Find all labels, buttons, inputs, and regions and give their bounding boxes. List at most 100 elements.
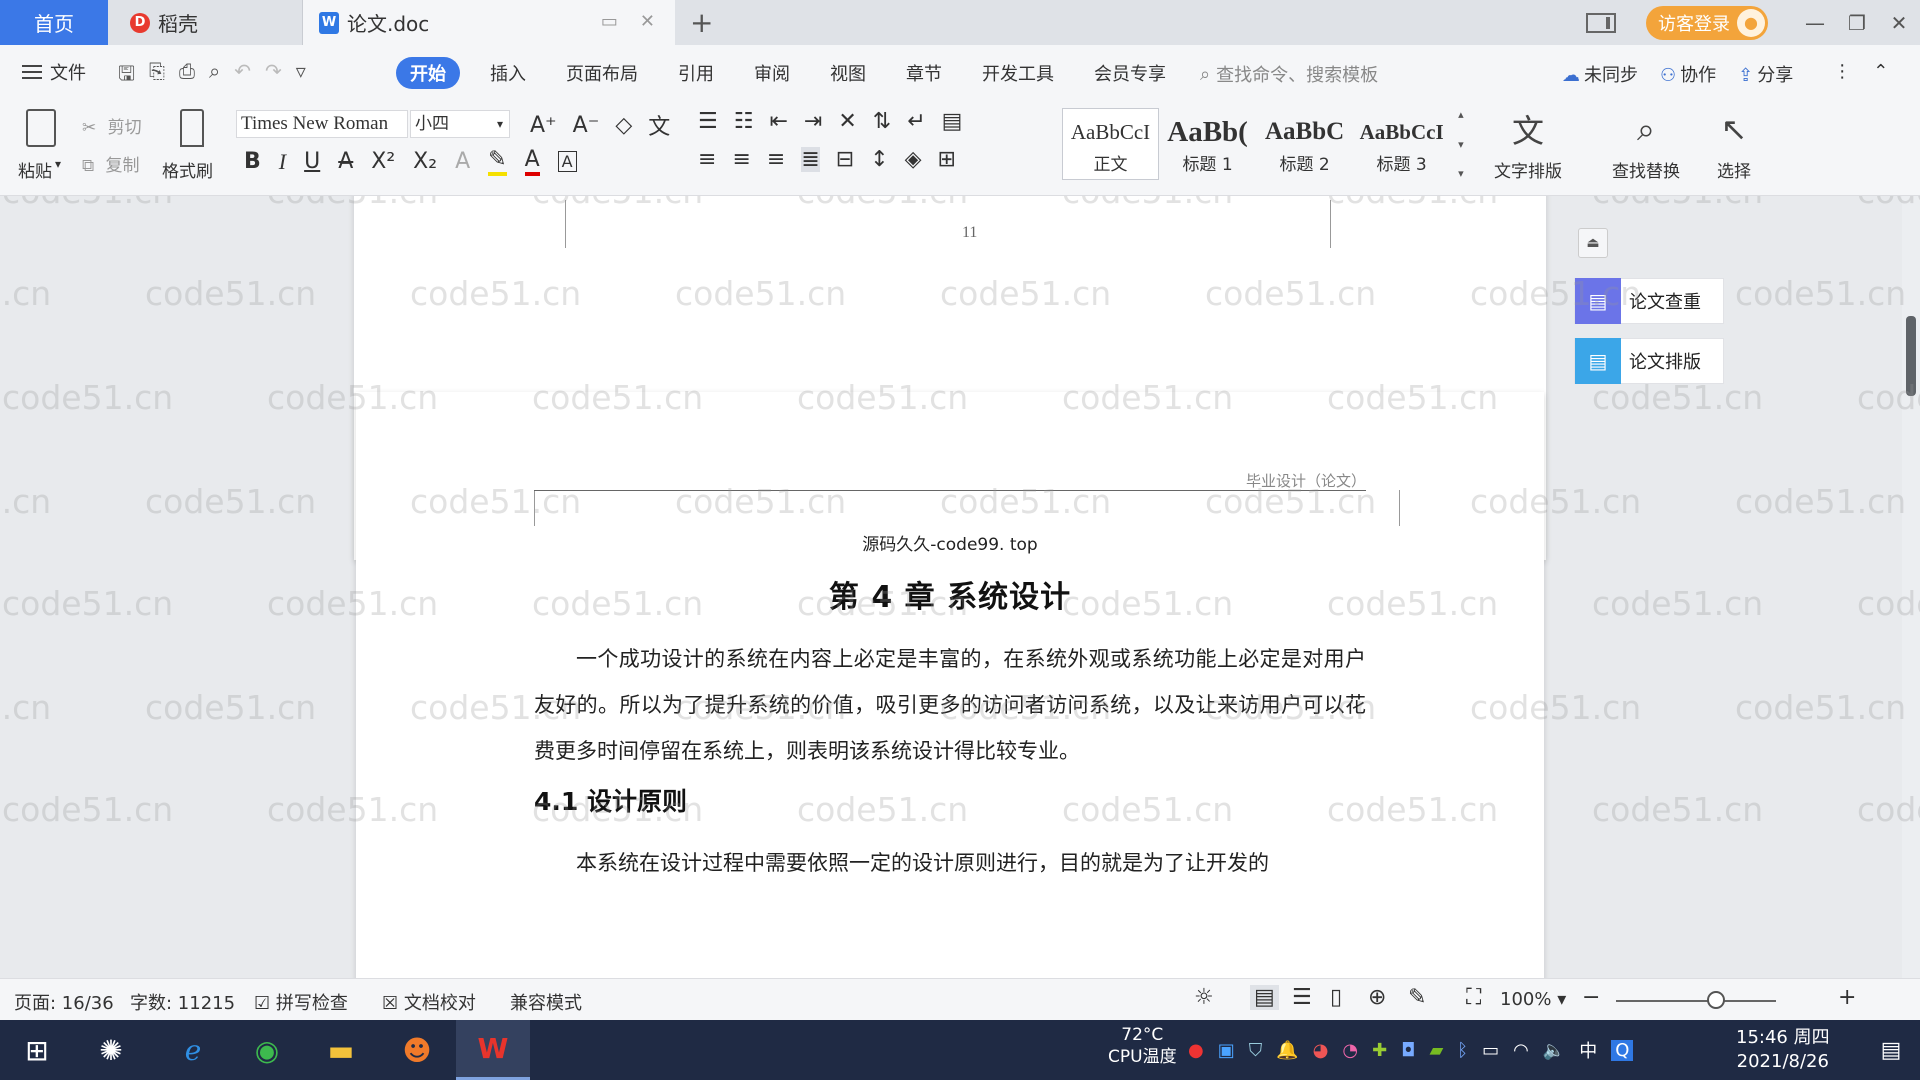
command-search[interactable]: ⌕ 查找命令、搜索模板 [1200, 61, 1378, 87]
paste-button[interactable]: 粘贴 ▾ [18, 107, 68, 187]
close-tab-icon[interactable]: ✕ [640, 11, 655, 32]
zoom-select[interactable]: 100% ▾ [1500, 989, 1566, 1010]
collab-button[interactable]: ⚇ 协作 [1660, 61, 1716, 87]
bold-icon[interactable]: B [244, 149, 261, 174]
notification-center-icon[interactable]: ▤ [1862, 1020, 1920, 1080]
italic-icon[interactable]: I [279, 149, 286, 175]
outline-view-icon[interactable]: ☰ [1292, 985, 1312, 1010]
tab-document[interactable]: W 论文.doc ▭ ✕ [303, 0, 675, 45]
page-view-icon[interactable]: ▤ [1250, 985, 1279, 1010]
style-heading-1[interactable]: AaBb( 标题 1 [1159, 108, 1256, 180]
chinese-layout-icon[interactable]: ✕ [838, 109, 856, 134]
text-effect-icon[interactable]: A [455, 149, 470, 174]
battery-icon[interactable]: ▭ [1482, 1040, 1499, 1061]
decrease-indent-icon[interactable]: ⇤ [769, 109, 787, 134]
tab-developer[interactable]: 开发工具 [982, 57, 1054, 89]
find-replace-button[interactable]: ⌕ 查找替换 [1612, 109, 1680, 183]
tab-view[interactable]: 视图 [830, 57, 866, 89]
underline-icon[interactable]: U [304, 149, 320, 174]
tray-app-icon[interactable]: ◘ [1401, 1040, 1415, 1061]
close-window-button[interactable]: ✕ [1878, 11, 1920, 35]
spell-check-button[interactable]: ☑ 拼写检查 [254, 989, 348, 1015]
share-button[interactable]: ⇪ 分享 [1738, 61, 1793, 87]
tab-daoke[interactable]: D 稻壳 [108, 0, 303, 45]
tray-app-icon[interactable]: ● [1188, 1040, 1204, 1061]
word-count[interactable]: 字数: 11215 [130, 989, 235, 1015]
collapse-panel-button[interactable]: ⏏ [1578, 228, 1608, 258]
fit-page-icon[interactable]: ⛶ [1466, 985, 1481, 1010]
output-icon[interactable]: ⎘ [149, 59, 165, 93]
shading-icon[interactable]: ◈ [905, 147, 922, 172]
style-heading-3[interactable]: AaBbCcI 标题 3 [1353, 108, 1450, 180]
pinwheel-app-icon[interactable]: ✺ [74, 1020, 148, 1080]
subscript-icon[interactable]: X₂ [413, 149, 437, 174]
layout-panel-icon[interactable] [1586, 12, 1616, 33]
font-color-icon[interactable]: A [524, 147, 540, 176]
align-center-icon[interactable]: ≡ [732, 147, 750, 172]
undo-icon[interactable]: ↶ [234, 59, 251, 93]
tab-home[interactable]: 首页 [0, 0, 108, 45]
browser-360-icon[interactable]: ◉ [230, 1020, 304, 1080]
input-method-indicator[interactable]: 中 [1579, 1037, 1597, 1063]
align-left-icon[interactable]: ≡ [698, 147, 716, 172]
ie-browser-icon[interactable]: ℯ [156, 1020, 230, 1080]
bullet-list-icon[interactable]: ☰ [698, 109, 718, 134]
tray-app-icon[interactable]: ◕ [1313, 1040, 1329, 1061]
style-scroll[interactable]: ▴ ▾ ▾ [1458, 108, 1472, 180]
format-painter-button[interactable]: 格式刷 [160, 107, 224, 187]
clear-format-icon[interactable]: ◇ [615, 113, 632, 138]
reading-view-icon[interactable]: ▯ [1330, 985, 1342, 1010]
cut-button[interactable]: ✂ 剪切 [82, 113, 142, 138]
tab-review[interactable]: 审阅 [754, 57, 790, 89]
zoom-in-icon[interactable]: + [1838, 985, 1856, 1010]
paper-check-button[interactable]: ▤ 论文查重 [1574, 278, 1724, 324]
shield-icon[interactable]: ⛉ [1249, 1040, 1263, 1061]
tray-app-icon[interactable]: ✚ [1372, 1040, 1387, 1061]
tab-reference[interactable]: 引用 [678, 57, 714, 89]
distribute-icon[interactable]: ⊟ [836, 147, 854, 172]
qq-icon[interactable]: Q [1611, 1039, 1634, 1061]
document-area[interactable]: 11 毕业设计（论文） 源码久久-code99. top 第 4 章 系统设计 … [0, 196, 1920, 978]
tab-chapter[interactable]: 章节 [906, 57, 942, 89]
zoom-slider-handle[interactable] [1707, 991, 1725, 1009]
minimize-button[interactable]: — [1794, 11, 1836, 35]
font-name-select[interactable]: Times New Roman [236, 110, 408, 138]
show-marks-icon[interactable]: ↵ [907, 109, 925, 134]
print-preview-icon[interactable]: ⌕ [209, 59, 220, 93]
print-icon[interactable]: ⎙ [179, 59, 195, 93]
phonetic-icon[interactable]: 文 [648, 109, 670, 141]
game-app-icon[interactable]: ☻ [380, 1020, 454, 1080]
more-icon[interactable]: ⋮ [1833, 61, 1851, 87]
restore-button[interactable]: ❐ [1836, 11, 1878, 35]
highlight-icon[interactable]: ✎ [488, 147, 507, 176]
collapse-ribbon-icon[interactable]: ⌃ [1873, 61, 1888, 87]
windows-start-icon[interactable]: ⊞ [0, 1020, 74, 1080]
zoom-slider[interactable] [1616, 1000, 1776, 1002]
wps-writer-icon[interactable]: W [456, 1020, 530, 1080]
tab-page-layout[interactable]: 页面布局 [566, 57, 638, 89]
file-explorer-icon[interactable]: ▬ [304, 1020, 378, 1080]
volume-icon[interactable]: 🔈 [1543, 1040, 1565, 1061]
grow-font-icon[interactable]: A⁺ [530, 113, 557, 138]
add-tab-button[interactable]: + [690, 6, 713, 39]
select-button[interactable]: ↖ 选择 [1714, 109, 1754, 182]
font-size-select[interactable]: 小四 ▾ [410, 110, 510, 138]
justify-icon[interactable]: ≣ [801, 147, 820, 172]
strikethrough-icon[interactable]: A [338, 149, 353, 174]
bluetooth-icon[interactable]: ᛒ [1457, 1040, 1468, 1061]
wifi-icon[interactable]: ◠ [1513, 1040, 1529, 1061]
align-right-icon[interactable]: ≡ [767, 147, 785, 172]
increase-indent-icon[interactable]: ⇥ [804, 109, 822, 134]
proofread-button[interactable]: ☒ 文档校对 [382, 989, 476, 1015]
copy-button[interactable]: ⧉ 复制 [82, 151, 140, 176]
save-icon[interactable]: 🖫 [118, 59, 135, 93]
file-menu[interactable]: 文件 [22, 59, 86, 85]
web-view-icon[interactable]: ⊕ [1368, 985, 1386, 1010]
sync-button[interactable]: ☁ 未同步 [1562, 61, 1638, 87]
more-dropdown-icon[interactable]: ▿ [296, 59, 306, 93]
guest-login-button[interactable]: 访客登录 ● [1646, 5, 1768, 40]
line-spacing-icon[interactable]: ↕ [870, 147, 888, 172]
system-clock[interactable]: 15:46 周四 2021/8/26 [1736, 1026, 1830, 1074]
page-count[interactable]: 页面: 16/36 [14, 989, 114, 1015]
shrink-font-icon[interactable]: A⁻ [573, 113, 600, 138]
